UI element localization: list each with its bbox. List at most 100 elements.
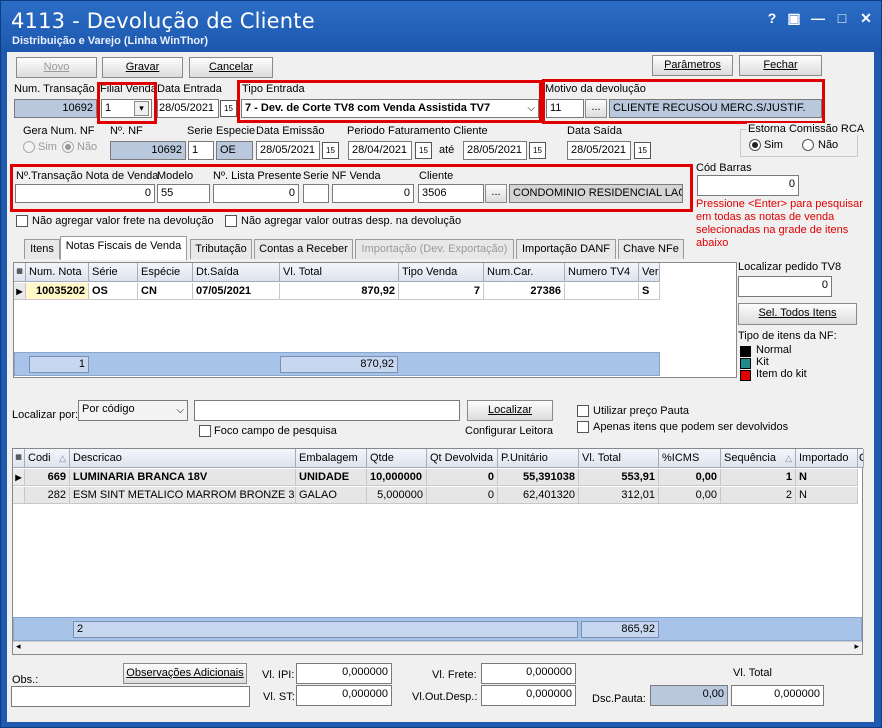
tab-notas-fiscais[interactable]: Notas Fiscais de Venda bbox=[60, 236, 187, 260]
localizar-por-select[interactable]: Por código ⌵ bbox=[78, 400, 188, 421]
periodo-fim-field[interactable]: 28/05/2021 bbox=[463, 141, 527, 160]
col-sequencia[interactable]: Sequência △ bbox=[721, 449, 796, 468]
no-outras-checkbox[interactable] bbox=[225, 215, 237, 227]
col-num-nota[interactable]: Num. Nota bbox=[26, 263, 89, 282]
grid-corner-icon[interactable]: ▦ bbox=[13, 449, 25, 468]
col-qtde[interactable]: Qtde bbox=[367, 449, 427, 468]
localizar-tv8-field[interactable]: 0 bbox=[738, 276, 832, 297]
gera-nf-nao-radio[interactable] bbox=[62, 141, 74, 153]
sel-todos-button[interactable]: Sel. Todos Itens bbox=[738, 303, 857, 325]
nf-grid[interactable]: ▦ Num. Nota Série Espécie Dt.Saída Vl. T… bbox=[13, 262, 737, 378]
data-entrada-field[interactable]: 28/05/2021 bbox=[157, 99, 219, 118]
cell-tipo-venda[interactable]: 7 bbox=[399, 283, 484, 300]
calendar-icon[interactable]: 15 bbox=[529, 142, 546, 159]
gera-nf-sim-radio[interactable] bbox=[23, 141, 35, 153]
cell-codigo[interactable]: 669 bbox=[25, 469, 70, 486]
data-emissao-field[interactable]: 28/05/2021 bbox=[256, 141, 320, 160]
obs-field[interactable] bbox=[11, 686, 250, 707]
periodo-ini-field[interactable]: 28/04/2021 bbox=[348, 141, 412, 160]
cell-qtde[interactable]: 5,000000 bbox=[367, 487, 427, 504]
cell-embalagem[interactable]: GALAO bbox=[296, 487, 367, 504]
num-nf-field[interactable]: 10692 bbox=[110, 141, 186, 160]
calendar-icon[interactable]: 15 bbox=[220, 100, 237, 117]
novo-button[interactable]: Novo bbox=[16, 57, 97, 78]
cod-barras-field[interactable]: 0 bbox=[697, 175, 799, 196]
calendar-icon[interactable]: 15 bbox=[634, 142, 651, 159]
configurar-leitora-link[interactable]: Configurar Leitora bbox=[465, 425, 553, 437]
cell-embalagem[interactable]: UNIDADE bbox=[296, 469, 367, 486]
tab-importacao-dev[interactable]: Importação (Dev. Exportação) bbox=[355, 239, 514, 259]
grid-corner-icon[interactable]: ▦ bbox=[14, 263, 26, 282]
col-numero-tv4[interactable]: Numero TV4 bbox=[565, 263, 639, 282]
localizar-button[interactable]: Localizar bbox=[467, 400, 553, 421]
cell-vl-total[interactable]: 870,92 bbox=[280, 283, 399, 300]
vl-frete-field[interactable]: 0,000000 bbox=[481, 663, 576, 684]
apenas-itens-checkbox[interactable] bbox=[577, 421, 589, 433]
col-serie[interactable]: Série bbox=[89, 263, 138, 282]
estorna-nao-radio[interactable] bbox=[802, 139, 814, 151]
num-transacao-field[interactable]: 10692 bbox=[14, 99, 97, 118]
cell-qtde[interactable]: 10,000000 bbox=[367, 469, 427, 486]
minimize-icon[interactable]: — bbox=[809, 10, 827, 26]
cell-serie[interactable]: OS bbox=[89, 283, 138, 300]
col-c[interactable]: C bbox=[858, 449, 864, 468]
vl-st-field[interactable]: 0,000000 bbox=[296, 685, 392, 706]
col-num-car[interactable]: Num.Car. bbox=[484, 263, 565, 282]
scroll-right-icon[interactable]: ▸ bbox=[854, 641, 859, 652]
data-saida-field[interactable]: 28/05/2021 bbox=[567, 141, 631, 160]
col-p-unitario[interactable]: P.Unitário bbox=[498, 449, 579, 468]
items-grid[interactable]: ▦ Codi △ Descricao Embalagem Qtde Qt Devo… bbox=[12, 448, 864, 655]
help-icon[interactable]: ? bbox=[763, 10, 781, 26]
col-importado[interactable]: Importado bbox=[796, 449, 858, 468]
especie-field[interactable]: OE bbox=[216, 141, 253, 160]
col-especie[interactable]: Espécie bbox=[138, 263, 193, 282]
no-frete-checkbox[interactable] bbox=[16, 215, 28, 227]
cancelar-button[interactable]: Cancelar bbox=[189, 57, 273, 78]
col-vl-total[interactable]: Vl. Total bbox=[280, 263, 399, 282]
search-input[interactable] bbox=[194, 400, 460, 421]
tab-chave-nfe[interactable]: Chave NFe bbox=[618, 239, 684, 259]
cell-qt-devolvida[interactable]: 0 bbox=[427, 487, 498, 504]
calendar-icon[interactable]: 15 bbox=[415, 142, 432, 159]
foco-checkbox[interactable] bbox=[199, 425, 211, 437]
col-icms[interactable]: %ICMS bbox=[659, 449, 721, 468]
obs-adicionais-button[interactable]: Observações Adicionais bbox=[123, 663, 247, 684]
cell-icms[interactable]: 0,00 bbox=[659, 487, 721, 504]
horizontal-scrollbar[interactable]: ◂ ▸ bbox=[13, 641, 862, 654]
scroll-left-icon[interactable]: ◂ bbox=[16, 641, 21, 652]
col-ver[interactable]: Ver bbox=[639, 263, 660, 282]
fechar-button[interactable]: Fechar bbox=[739, 55, 822, 76]
cell-dt-saida[interactable]: 07/05/2021 bbox=[193, 283, 280, 300]
calendar-icon[interactable]: 15 bbox=[322, 142, 339, 159]
tab-contas-receber[interactable]: Contas a Receber bbox=[254, 239, 353, 259]
tab-tributacao[interactable]: Tributação bbox=[190, 239, 252, 259]
vl-ipi-field[interactable]: 0,000000 bbox=[296, 663, 392, 684]
cell-descricao[interactable]: LUMINARIA BRANCA 18V bbox=[70, 469, 296, 486]
restore-icon[interactable]: ▣ bbox=[785, 10, 803, 26]
col-dt-saida[interactable]: Dt.Saída bbox=[193, 263, 280, 282]
maximize-icon[interactable]: □ bbox=[833, 10, 851, 26]
serie-field[interactable]: 1 bbox=[188, 141, 214, 160]
cell-numero-tv4[interactable] bbox=[565, 283, 639, 300]
utilizar-pauta-checkbox[interactable] bbox=[577, 405, 589, 417]
parametros-button[interactable]: Parâmetros bbox=[652, 55, 733, 76]
cell-descricao[interactable]: ESM SINT METALICO MARROM BRONZE 3,6LT bbox=[70, 487, 296, 504]
cell-icms[interactable]: 0,00 bbox=[659, 469, 721, 486]
col-qt-devolvida[interactable]: Qt Devolvida bbox=[427, 449, 498, 468]
cell-num-car[interactable]: 27386 bbox=[484, 283, 565, 300]
estorna-sim-radio[interactable] bbox=[749, 139, 761, 151]
cell-importado[interactable]: N bbox=[796, 487, 858, 504]
cell-codigo[interactable]: 282 bbox=[25, 487, 70, 504]
col-tipo-venda[interactable]: Tipo Venda bbox=[399, 263, 484, 282]
vl-out-field[interactable]: 0,000000 bbox=[481, 685, 576, 706]
gravar-button[interactable]: Gravar bbox=[102, 57, 183, 78]
cell-sequencia[interactable]: 1 bbox=[721, 469, 796, 486]
cell-num-nota[interactable]: 10035202 bbox=[26, 283, 89, 300]
cell-ver[interactable]: S bbox=[639, 283, 660, 300]
cell-p-unitario[interactable]: 55,391038 bbox=[498, 469, 579, 486]
col-embalagem[interactable]: Embalagem bbox=[296, 449, 367, 468]
tab-itens[interactable]: Itens bbox=[24, 239, 60, 259]
col-codigo[interactable]: Codi △ bbox=[25, 449, 70, 468]
cell-vl-total[interactable]: 312,01 bbox=[579, 487, 659, 504]
cell-importado[interactable]: N bbox=[796, 469, 858, 486]
